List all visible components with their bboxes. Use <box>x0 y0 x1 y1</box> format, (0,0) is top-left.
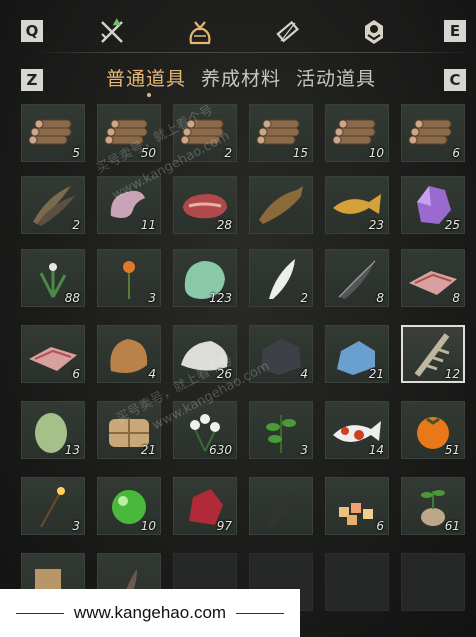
empty-slot[interactable] <box>401 553 465 611</box>
inventory-slot[interactable]: 8 <box>401 249 465 307</box>
item-count: 4 <box>148 367 156 381</box>
inventory-slot[interactable]: 3 <box>21 477 85 535</box>
item-count: 15 <box>292 146 308 160</box>
item-count: 3 <box>148 291 156 305</box>
item-count: 13 <box>64 443 80 457</box>
inventory-slot[interactable] <box>249 477 313 535</box>
item-count: 26 <box>216 367 232 381</box>
inventory-slot[interactable]: 25 <box>401 176 465 234</box>
inventory-slot[interactable]: 23 <box>325 176 389 234</box>
site-banner: www.kangehao.com <box>0 589 300 637</box>
item-count: 3 <box>72 519 80 533</box>
inventory-slot[interactable]: 3 <box>97 249 161 307</box>
item-count: 88 <box>64 291 80 305</box>
inventory-slot[interactable]: 4 <box>97 325 161 383</box>
item-count: 8 <box>452 291 460 305</box>
category-scrolls[interactable] <box>272 16 304 48</box>
item-count: 2 <box>300 291 308 305</box>
item-count: 10 <box>140 519 156 533</box>
item-count: 2 <box>72 218 80 232</box>
item-count: 4 <box>300 367 308 381</box>
item-count: 21 <box>140 443 156 457</box>
next-tab-key[interactable]: C <box>444 69 466 91</box>
item-count: 25 <box>444 218 460 232</box>
item-count: 51 <box>444 443 460 457</box>
next-category-key[interactable]: E <box>444 20 466 42</box>
item-count: 61 <box>444 519 460 533</box>
inventory-slot[interactable]: 15 <box>249 104 313 162</box>
tab-common-items[interactable]: 普通道具 <box>106 64 186 91</box>
header-divider <box>30 52 476 53</box>
crossed-swords-icon <box>101 18 123 43</box>
item-count: 2 <box>224 146 232 160</box>
inventory-slot[interactable]: 51 <box>401 401 465 459</box>
inventory-slot[interactable]: 6 <box>401 104 465 162</box>
item-count: 11 <box>140 218 156 232</box>
active-tab-indicator <box>147 93 151 97</box>
inventory-slot[interactable]: 26 <box>173 325 237 383</box>
inventory-slot[interactable]: 123 <box>173 249 237 307</box>
inventory-slot[interactable]: 21 <box>97 401 161 459</box>
item-count: 5 <box>72 146 80 160</box>
inventory-slot[interactable]: 50 <box>97 104 161 162</box>
item-count: 23 <box>368 218 384 232</box>
inventory-slot[interactable]: 2 <box>21 176 85 234</box>
inventory-slot[interactable]: 14 <box>325 401 389 459</box>
inventory-slot[interactable]: 3 <box>249 401 313 459</box>
inventory-slot[interactable]: 8 <box>325 249 389 307</box>
tab-event-items[interactable]: 活动道具 <box>296 64 376 91</box>
item-count: 630 <box>209 443 232 457</box>
item-tabs: 普通道具 养成材料 活动道具 <box>106 64 376 91</box>
inventory-slot[interactable]: 12 <box>401 325 465 383</box>
fish-icon <box>259 186 303 224</box>
item-count: 6 <box>72 367 80 381</box>
category-weapons[interactable] <box>96 16 128 48</box>
inventory-slot[interactable]: 10 <box>97 477 161 535</box>
banner-line-left <box>15 612 64 614</box>
inventory-slot[interactable]: 10 <box>325 104 389 162</box>
banner-url: www.kangehao.com <box>73 603 227 622</box>
item-count: 3 <box>300 443 308 457</box>
inventory-slot[interactable]: 6 <box>21 325 85 383</box>
prev-tab-key[interactable]: Z <box>21 69 43 91</box>
inventory-slot[interactable]: 6 <box>325 477 389 535</box>
inventory-slot[interactable]: 2 <box>249 249 313 307</box>
item-count: 97 <box>216 519 232 533</box>
banner-line-right <box>236 612 285 614</box>
category-emblems[interactable] <box>358 16 390 48</box>
inventory-slot[interactable]: 13 <box>21 401 85 459</box>
tab-materials[interactable]: 养成材料 <box>201 64 281 91</box>
scroll-icon <box>276 20 300 43</box>
inventory-slot[interactable]: 630 <box>173 401 237 459</box>
item-count: 14 <box>368 443 384 457</box>
item-count: 12 <box>444 367 460 381</box>
category-items[interactable] <box>184 16 216 48</box>
inventory-slot[interactable]: 21 <box>325 325 389 383</box>
prev-category-key[interactable]: Q <box>21 20 43 42</box>
item-count: 6 <box>376 519 384 533</box>
item-count: 123 <box>209 291 232 305</box>
inventory-slot[interactable]: 4 <box>249 325 313 383</box>
item-count: 10 <box>368 146 384 160</box>
inventory-slot[interactable]: 2 <box>173 104 237 162</box>
inventory-slot[interactable]: 28 <box>173 176 237 234</box>
empty-slot[interactable] <box>325 553 389 611</box>
black-feather-icon <box>265 489 297 527</box>
inventory-slot[interactable]: 97 <box>173 477 237 535</box>
item-pouch-icon <box>189 21 211 45</box>
background <box>0 0 476 637</box>
inventory-slot[interactable]: 11 <box>97 176 161 234</box>
item-count: 50 <box>140 146 156 160</box>
inventory-slot[interactable]: 88 <box>21 249 85 307</box>
inventory-slot[interactable]: 61 <box>401 477 465 535</box>
inventory-slot[interactable] <box>249 176 313 234</box>
inventory-slot[interactable]: 5 <box>21 104 85 162</box>
item-count: 6 <box>452 146 460 160</box>
emblem-icon <box>365 20 383 44</box>
item-count: 28 <box>216 218 232 232</box>
item-count: 21 <box>368 367 384 381</box>
item-count: 8 <box>376 291 384 305</box>
